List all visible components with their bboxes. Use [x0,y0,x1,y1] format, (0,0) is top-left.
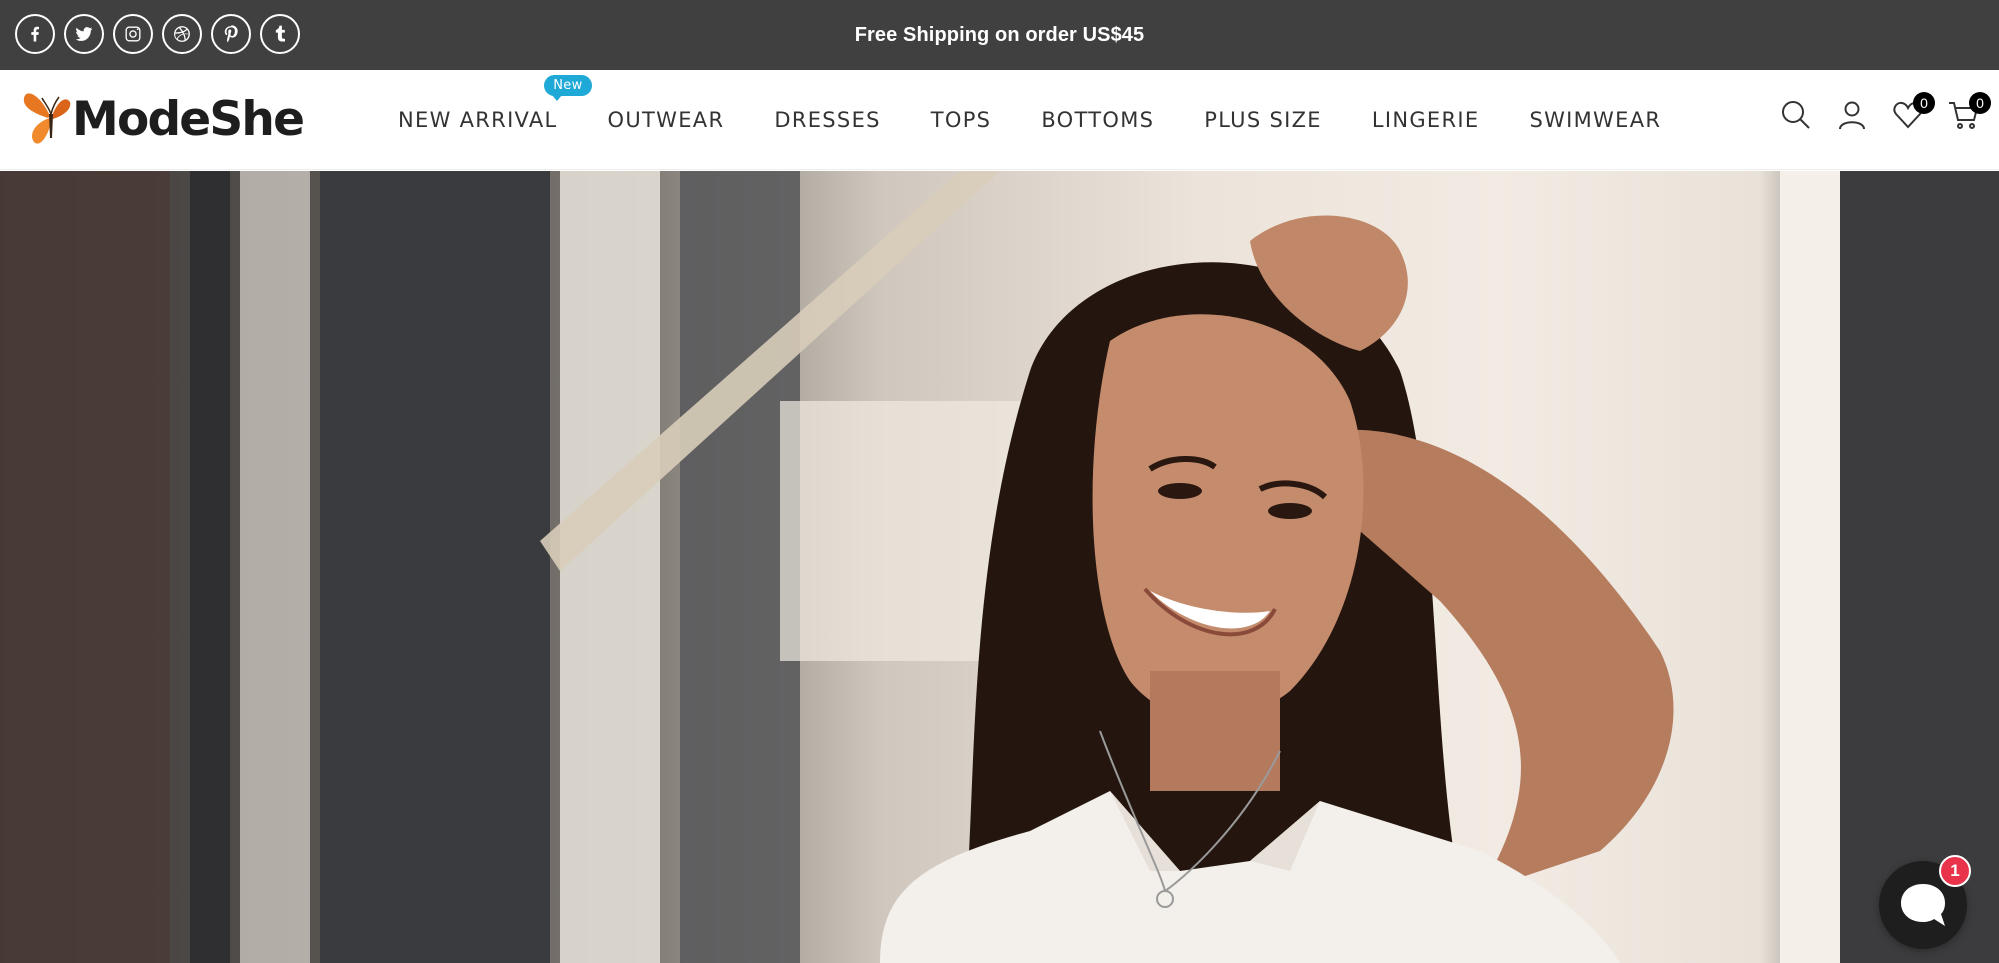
brand-name: ModeShe [72,91,305,147]
nav-item-dresses[interactable]: DRESSES [774,108,880,132]
chat-widget-button[interactable]: 1 [1879,855,1971,949]
hero-photo [0,171,1999,963]
brand-logo[interactable]: ModeShe [22,86,305,152]
nav-item-bottoms[interactable]: BOTTOMS [1041,108,1154,132]
nav-label: NEW ARRIVAL [398,108,558,132]
site-header: ModeShe NEW ARRIVAL New OUTWEAR DRESSES … [0,70,1999,170]
shipping-announcement: Free Shipping on order US$45 [854,23,1145,46]
main-nav: NEW ARRIVAL New OUTWEAR DRESSES TOPS BOT… [398,70,1711,170]
search-icon[interactable] [1779,96,1813,134]
nav-item-swimwear[interactable]: SWIMWEAR [1529,108,1661,132]
announcement-bar: Free Shipping on order US$45 [0,0,1999,70]
nav-item-outwear[interactable]: OUTWEAR [608,108,725,132]
nav-item-plus-size[interactable]: PLUS SIZE [1204,108,1322,132]
nav-item-tops[interactable]: TOPS [931,108,992,132]
account-icon[interactable] [1835,96,1869,134]
nav-item-new-arrival[interactable]: NEW ARRIVAL New [398,75,592,132]
wishlist-button[interactable]: 0 [1891,92,1935,134]
cart-button[interactable]: 0 [1947,92,1991,134]
wishlist-count: 0 [1913,92,1935,114]
hero-banner-image[interactable] [0,171,1999,963]
cart-count: 0 [1969,92,1991,114]
chat-bubble-icon [1901,884,1945,926]
chat-unread-badge: 1 [1939,855,1971,887]
header-actions: 0 0 [1779,92,1991,134]
new-badge: New [544,75,592,101]
nav-item-lingerie[interactable]: LINGERIE [1372,108,1480,132]
butterfly-logo-icon [23,93,71,144]
